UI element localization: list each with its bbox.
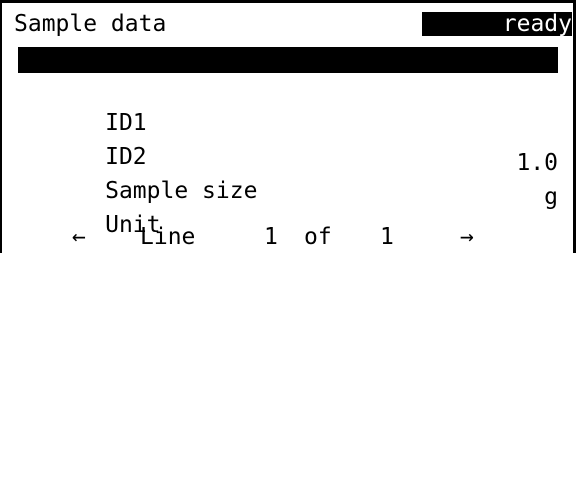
menu-item-value: 1.0 (516, 150, 558, 176)
pager-of-label: of (304, 224, 332, 250)
menu-item-id2[interactable]: ID2 (18, 115, 558, 170)
menu-item-id1[interactable]: ID1 (18, 81, 558, 136)
menu-item-unit[interactable]: Unit g (18, 183, 558, 238)
menu-list: Method ID1 ID2 Sample size 1.0 Unit g (18, 47, 558, 238)
device-screen: Sample data ready Method ID1 ID2 Sample … (0, 0, 576, 253)
status-badge: ready (422, 12, 572, 36)
menu-item-value: g (544, 184, 558, 210)
title-bar: Sample data ready (14, 9, 572, 39)
pager-total-lines: 1 (380, 224, 394, 250)
pager-current-line: 1 (264, 224, 278, 250)
pager-line-label: Line (140, 224, 196, 250)
right-arrow-icon[interactable]: → (460, 221, 474, 253)
pager: ← Line 1 of 1 → (72, 221, 512, 253)
menu-item-method[interactable]: Method (18, 47, 558, 99)
left-arrow-icon[interactable]: ← (72, 221, 86, 253)
page-title: Sample data (14, 11, 167, 37)
menu-item-sample-size[interactable]: Sample size 1.0 (18, 149, 558, 204)
